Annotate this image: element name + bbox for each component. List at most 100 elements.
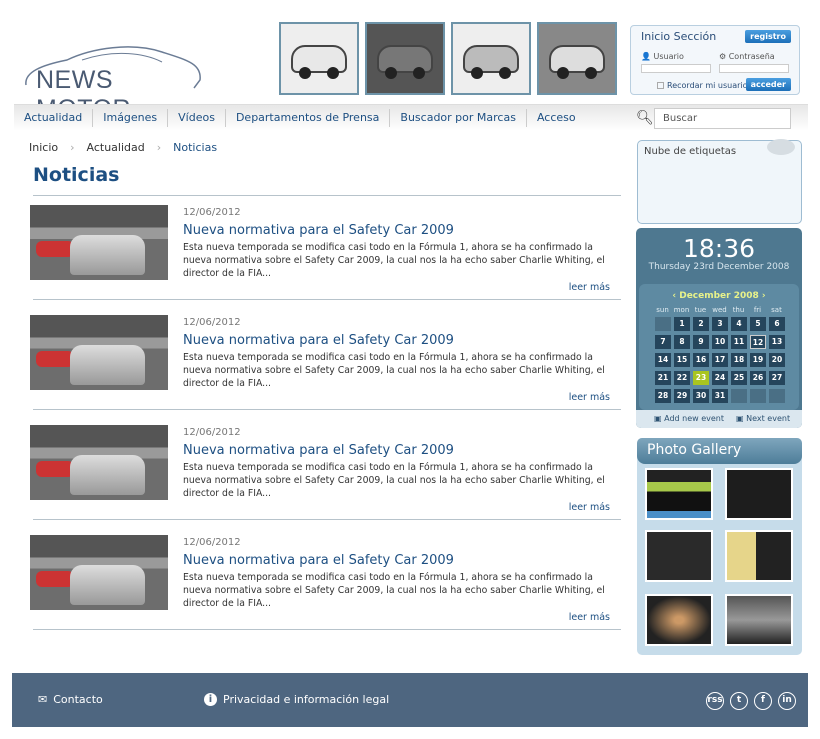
- news-title[interactable]: Nueva normativa para el Safety Car 2009: [183, 333, 454, 348]
- calendar-day[interactable]: 6: [769, 317, 785, 331]
- calendar-day[interactable]: 3: [712, 317, 728, 331]
- privacy-link[interactable]: i Privacidad e información legal: [204, 693, 389, 706]
- news-image[interactable]: [30, 535, 168, 610]
- news-summary: Esta nueva temporada se modifica casi to…: [183, 352, 605, 389]
- calendar-day[interactable]: 8: [674, 335, 690, 349]
- news-image[interactable]: [30, 205, 168, 280]
- news-title[interactable]: Nueva normativa para el Safety Car 2009: [183, 443, 454, 458]
- calendar-day[interactable]: 21: [655, 371, 671, 385]
- calendar-day[interactable]: 1: [674, 317, 690, 331]
- gallery-thumb[interactable]: [645, 594, 713, 646]
- envelope-icon: ✉: [38, 693, 48, 706]
- read-more-link[interactable]: leer más: [569, 282, 610, 293]
- calendar-day: [731, 389, 747, 403]
- facebook-icon[interactable]: f: [754, 692, 772, 710]
- speech-bubble-icon: [767, 139, 795, 155]
- read-more-link[interactable]: leer más: [569, 502, 610, 513]
- add-event-link[interactable]: ▣ Add new event: [654, 414, 724, 423]
- car-thumbnail-4[interactable]: [537, 22, 617, 95]
- news-item: 12/06/2012 Nueva normativa para el Safet…: [30, 205, 620, 305]
- calendar-day[interactable]: 28: [655, 389, 671, 403]
- calendar-day[interactable]: 30: [693, 389, 709, 403]
- calendar-day[interactable]: 18: [731, 353, 747, 367]
- news-date: 12/06/2012: [183, 427, 241, 438]
- calendar-day[interactable]: 19: [750, 353, 766, 367]
- car-thumbnail-1[interactable]: [279, 22, 359, 95]
- calendar-day[interactable]: 27: [769, 371, 785, 385]
- read-more-link[interactable]: leer más: [569, 612, 610, 623]
- gallery-thumb[interactable]: [725, 468, 793, 520]
- nav-item-departamentos[interactable]: Departamentos de Prensa: [226, 109, 391, 127]
- gear-icon: ⚙: [719, 52, 727, 61]
- news-date: 12/06/2012: [183, 207, 241, 218]
- remember-checkbox[interactable]: [657, 82, 664, 89]
- calendar-day[interactable]: 11: [731, 335, 747, 349]
- calendar-month-nav[interactable]: ‹ December 2008 ›: [639, 291, 799, 301]
- calendar-day[interactable]: 10: [712, 335, 728, 349]
- weekday-label: mon: [673, 306, 690, 314]
- divider: [33, 195, 621, 196]
- calendar-day[interactable]: 26: [750, 371, 766, 385]
- calendar-day[interactable]: 9: [693, 335, 709, 349]
- calendar-day[interactable]: 14: [655, 353, 671, 367]
- nav-item-actualidad[interactable]: Actualidad: [14, 109, 94, 127]
- news-summary: Esta nueva temporada se modifica casi to…: [183, 242, 605, 279]
- nav-item-buscador[interactable]: Buscador por Marcas: [390, 109, 527, 127]
- calendar-day[interactable]: 12: [750, 335, 766, 349]
- news-image[interactable]: [30, 315, 168, 390]
- nav-item-imagenes[interactable]: Imágenes: [93, 109, 169, 127]
- clock-date: Thursday 23rd December 2008: [648, 262, 790, 272]
- news-summary: Esta nueva temporada se modifica casi to…: [183, 572, 605, 609]
- news-item: 12/06/2012 Nueva normativa para el Safet…: [30, 425, 620, 525]
- calendar-day[interactable]: 15: [674, 353, 690, 367]
- calendar-day[interactable]: 24: [712, 371, 728, 385]
- car-thumbnail-2[interactable]: [365, 22, 445, 95]
- calendar-day[interactable]: 13: [769, 335, 785, 349]
- calendar-day[interactable]: 31: [712, 389, 728, 403]
- calendar-day[interactable]: 25: [731, 371, 747, 385]
- breadcrumb-inicio[interactable]: Inicio: [29, 141, 58, 154]
- breadcrumb-noticias: Noticias: [173, 141, 218, 154]
- news-image[interactable]: [30, 425, 168, 500]
- calendar-day[interactable]: 17: [712, 353, 728, 367]
- nav-item-acceso[interactable]: Acceso: [527, 109, 586, 127]
- calendar-day[interactable]: 22: [674, 371, 690, 385]
- read-more-link[interactable]: leer más: [569, 392, 610, 403]
- car-thumbnail-3[interactable]: [451, 22, 531, 95]
- login-box: Inicio Sección registro 👤 Usuario ⚙ Cont…: [630, 25, 800, 95]
- contact-link[interactable]: ✉ Contacto: [38, 693, 103, 706]
- site-logo[interactable]: NEWS MOTOR: [22, 40, 207, 123]
- calendar-day[interactable]: 4: [731, 317, 747, 331]
- rss-icon[interactable]: rss: [706, 692, 724, 710]
- username-input[interactable]: [641, 64, 711, 73]
- nav-item-videos[interactable]: Vídeos: [168, 109, 226, 127]
- calendar-day[interactable]: 20: [769, 353, 785, 367]
- register-button[interactable]: registro: [745, 30, 791, 43]
- next-event-link[interactable]: ▣ Next event: [736, 414, 790, 423]
- gallery-thumb[interactable]: [725, 530, 793, 582]
- password-input[interactable]: [719, 64, 789, 73]
- news-title[interactable]: Nueva normativa para el Safety Car 2009: [183, 553, 454, 568]
- calendar-day[interactable]: 7: [655, 335, 671, 349]
- divider: [33, 409, 621, 410]
- breadcrumb-actualidad[interactable]: Actualidad: [87, 141, 145, 154]
- search-input[interactable]: Buscar: [654, 108, 791, 129]
- calendar-day: [769, 389, 785, 403]
- gallery-thumb[interactable]: [725, 594, 793, 646]
- weekday-label: tue: [694, 306, 707, 314]
- calendar-day[interactable]: 23: [693, 371, 709, 385]
- gallery-thumb[interactable]: [645, 468, 713, 520]
- breadcrumb: Inicio › Actualidad › Noticias: [29, 141, 217, 154]
- news-date: 12/06/2012: [183, 537, 241, 548]
- calendar-day[interactable]: 5: [750, 317, 766, 331]
- calendar-day[interactable]: 2: [693, 317, 709, 331]
- linkedin-icon[interactable]: in: [778, 692, 796, 710]
- calendar-day[interactable]: 29: [674, 389, 690, 403]
- twitter-icon[interactable]: t: [730, 692, 748, 710]
- search-icon[interactable]: 🔍︎: [636, 110, 654, 126]
- calendar-day[interactable]: 16: [693, 353, 709, 367]
- gallery-thumb[interactable]: [645, 530, 713, 582]
- footer: ✉ Contacto i Privacidad e información lega…: [12, 673, 808, 727]
- login-submit-button[interactable]: acceder: [745, 78, 791, 91]
- news-title[interactable]: Nueva normativa para el Safety Car 2009: [183, 223, 454, 238]
